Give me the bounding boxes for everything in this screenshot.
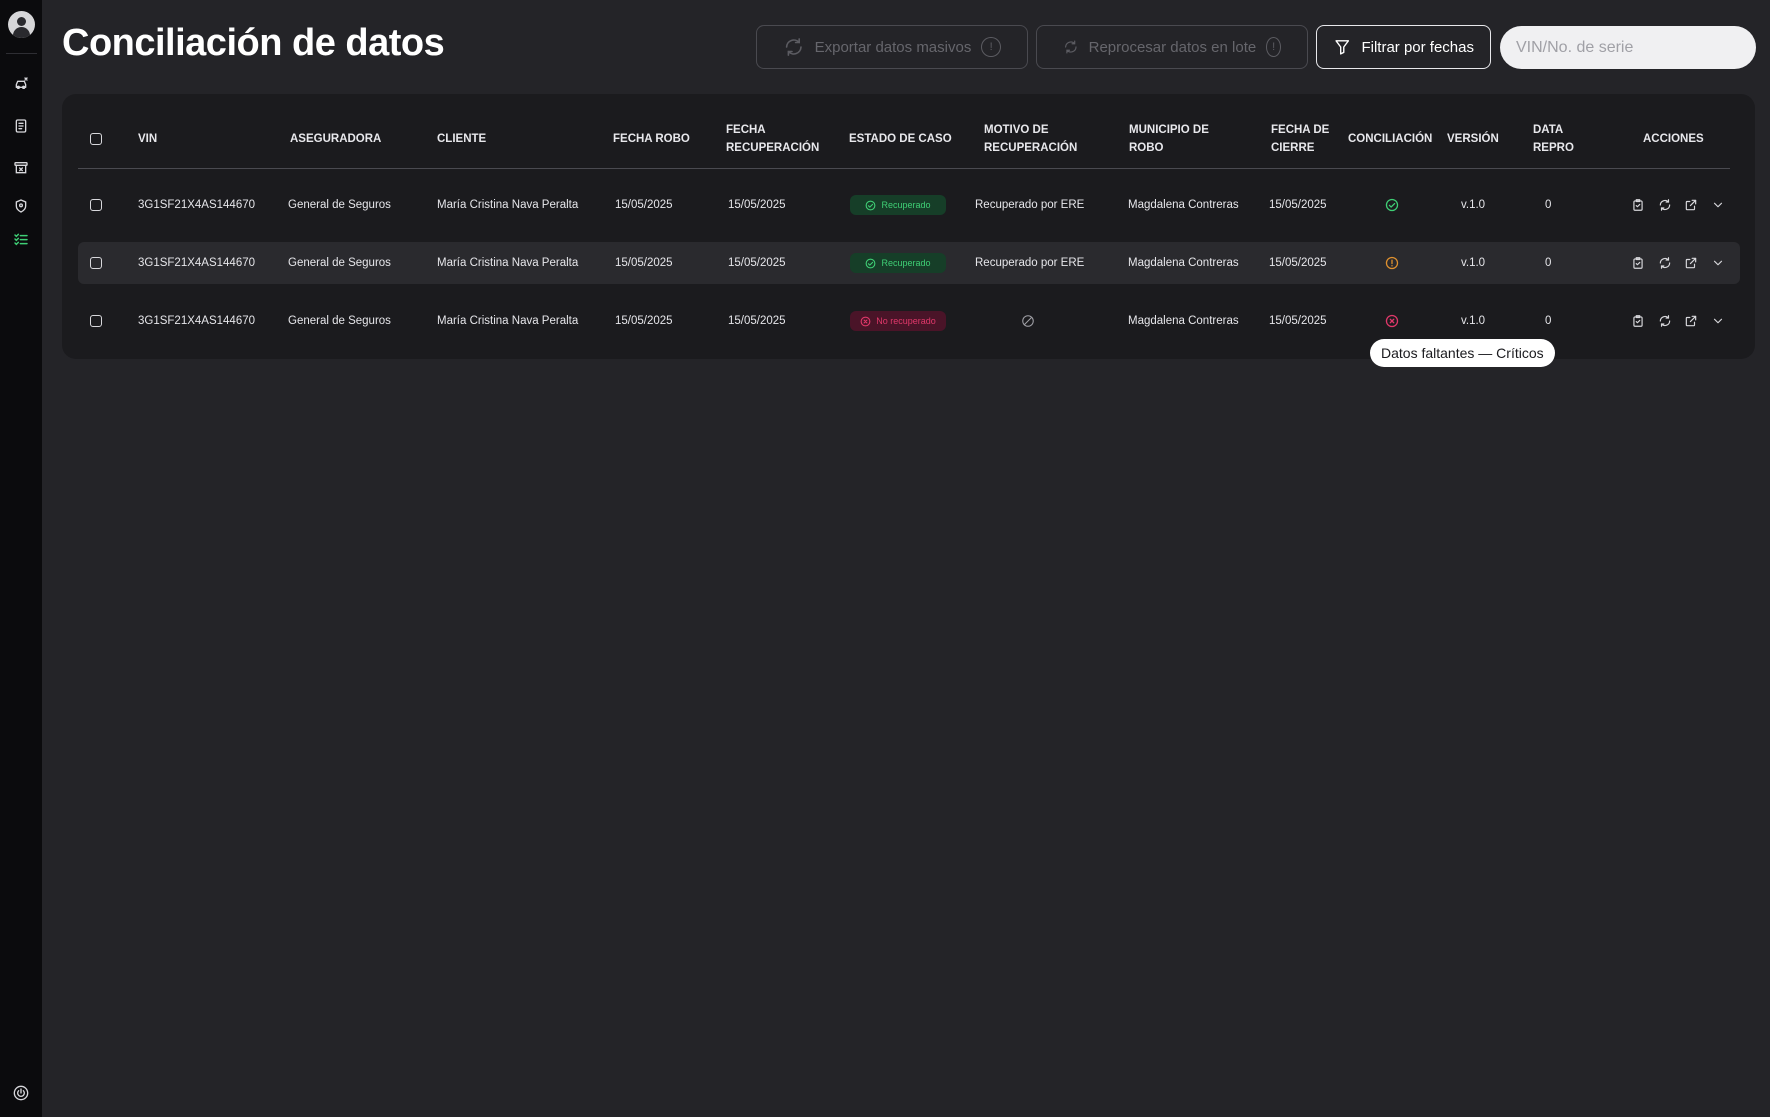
refresh-icon[interactable] <box>1657 313 1673 329</box>
cell-municipio: Magdalena Contreras <box>1128 257 1239 269</box>
archive-icon[interactable] <box>11 158 31 178</box>
cell-version: v.1.0 <box>1461 199 1486 211</box>
header-vin: VIN <box>138 133 158 145</box>
cell-municipio: Magdalena Contreras <box>1128 315 1239 327</box>
row-checkbox[interactable] <box>90 199 102 211</box>
status-badge: No recuperado <box>850 311 946 331</box>
header-municipio: MUNICIPIO DE ROBO <box>1129 124 1209 154</box>
no-data-icon <box>1021 314 1035 328</box>
row-checkbox[interactable] <box>90 315 102 327</box>
cell-aseguradora: General de Seguros <box>288 199 391 211</box>
clipboard-icon[interactable] <box>1630 197 1646 213</box>
avatar[interactable] <box>8 11 35 38</box>
cell-data-repro: 0 <box>1545 257 1552 269</box>
cell-fecha-cierre: 15/05/2025 <box>1269 257 1327 269</box>
header-divider <box>78 168 1730 169</box>
cell-vin: 3G1SF21X4AS144670 <box>138 315 256 327</box>
chevron-down-icon[interactable] <box>1710 255 1726 271</box>
header-version: VERSIÓN <box>1447 133 1499 145</box>
external-link-icon[interactable] <box>1683 255 1699 271</box>
page-title: Conciliación de datos <box>62 22 445 64</box>
refresh-icon[interactable] <box>1657 255 1673 271</box>
header-aseguradora: ASEGURADORA <box>290 133 382 145</box>
cell-cliente: María Cristina Nava Peralta <box>437 257 579 269</box>
cell-cliente: María Cristina Nava Peralta <box>437 199 579 211</box>
reprocess-button-label: Reprocesar datos en lote <box>1088 38 1257 56</box>
cell-aseguradora: General de Seguros <box>288 257 391 269</box>
cell-fecha-recuperacion: 15/05/2025 <box>728 257 786 269</box>
refresh-icon <box>1065 40 1077 54</box>
checklist-icon[interactable] <box>11 229 31 249</box>
filter-dates-button[interactable]: Filtrar por fechas <box>1316 25 1491 69</box>
refresh-icon[interactable] <box>1657 197 1673 213</box>
filter-icon <box>1335 40 1350 55</box>
cell-vin: 3G1SF21X4AS144670 <box>138 199 256 211</box>
export-button-label: Exportar datos masivos <box>814 38 972 56</box>
status-badge: Recuperado <box>850 253 946 273</box>
error-circle-icon[interactable] <box>1385 314 1399 328</box>
header-motivo: MOTIVO DE RECUPERACIÓN <box>984 124 1078 154</box>
header-data-repro: DATA REPRO <box>1533 124 1574 154</box>
header-acciones: ACCIONES <box>1643 133 1704 145</box>
cell-fecha-recuperacion: 15/05/2025 <box>728 199 786 211</box>
header-estado: ESTADO DE CASO <box>849 133 952 145</box>
header-conciliacion: CONCILIACIÓN <box>1348 133 1433 145</box>
reprocess-button[interactable]: Reprocesar datos en lote ! <box>1036 25 1308 69</box>
info-icon: ! <box>981 37 1001 57</box>
reconciliation-table: VIN ASEGURADORA CLIENTE FECHA ROBO FECHA… <box>62 94 1755 359</box>
header-fecha-robo: FECHA ROBO <box>613 133 690 145</box>
warning-circle-icon[interactable] <box>1385 256 1399 270</box>
cell-fecha-recuperacion: 15/05/2025 <box>728 315 786 327</box>
cell-municipio: Magdalena Contreras <box>1128 199 1239 211</box>
filter-button-label: Filtrar por fechas <box>1361 38 1474 56</box>
chevron-down-icon[interactable] <box>1710 197 1726 213</box>
chevron-down-icon[interactable] <box>1710 313 1726 329</box>
info-icon: ! <box>1266 37 1281 57</box>
cell-version: v.1.0 <box>1461 315 1486 327</box>
external-link-icon[interactable] <box>1683 197 1699 213</box>
header-fecha-recuperacion: FECHA RECUPERACIÓN <box>726 124 820 154</box>
row-checkbox[interactable] <box>90 257 102 269</box>
cell-fecha-robo: 15/05/2025 <box>615 199 673 211</box>
conciliation-tooltip: Datos faltantes — Críticos <box>1370 339 1555 367</box>
select-all-checkbox[interactable] <box>90 133 102 145</box>
clipboard-icon[interactable] <box>1630 255 1646 271</box>
header-cliente: CLIENTE <box>437 133 487 145</box>
cell-motivo: Recuperado por ERE <box>975 257 1085 269</box>
cell-fecha-robo: 15/05/2025 <box>615 315 673 327</box>
cell-vin: 3G1SF21X4AS144670 <box>138 257 256 269</box>
power-icon[interactable] <box>11 1083 31 1103</box>
document-icon[interactable] <box>11 116 31 136</box>
cell-fecha-cierre: 15/05/2025 <box>1269 315 1327 327</box>
cell-fecha-robo: 15/05/2025 <box>615 257 673 269</box>
cell-version: v.1.0 <box>1461 257 1486 269</box>
car-icon[interactable] <box>11 74 31 94</box>
sidebar-divider <box>6 53 37 54</box>
shield-icon[interactable] <box>11 196 31 216</box>
external-link-icon[interactable] <box>1683 313 1699 329</box>
status-badge: Recuperado <box>850 195 946 215</box>
header-fecha-cierre: FECHA DE CIERRE <box>1271 124 1330 154</box>
export-button[interactable]: Exportar datos masivos ! <box>756 25 1028 69</box>
cell-data-repro: 0 <box>1545 315 1552 327</box>
cell-cliente: María Cristina Nava Peralta <box>437 315 579 327</box>
clipboard-icon[interactable] <box>1630 313 1646 329</box>
cell-data-repro: 0 <box>1545 199 1552 211</box>
check-circle-icon[interactable] <box>1385 198 1399 212</box>
cell-fecha-cierre: 15/05/2025 <box>1269 199 1327 211</box>
cell-motivo: Recuperado por ERE <box>975 199 1085 211</box>
refresh-icon <box>785 38 802 56</box>
cell-aseguradora: General de Seguros <box>288 315 391 327</box>
sidebar <box>0 0 42 1117</box>
search-input[interactable] <box>1500 26 1756 69</box>
